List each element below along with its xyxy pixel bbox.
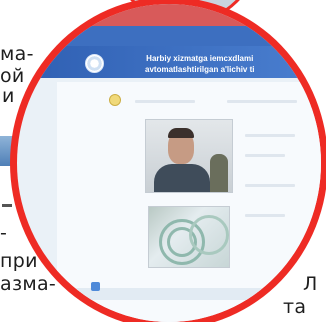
site-header: Harbiy xizmatga iemcxdlami avtomatlashti…	[17, 46, 321, 78]
person-photo	[145, 119, 233, 193]
site-nav-bar[interactable]	[17, 26, 321, 46]
fingerprint-ridge	[189, 215, 229, 255]
faint-text-line	[245, 154, 285, 157]
side-thumbnail-icon	[0, 136, 16, 166]
side-dash-icon	[2, 204, 12, 207]
page-title-line-2: avtomatlashtirilgan a'lichiv ti	[145, 65, 255, 74]
background-person	[210, 154, 228, 192]
faint-text-line	[227, 100, 297, 103]
person-body	[154, 164, 210, 192]
logo-emblem-icon	[85, 54, 104, 73]
site-top-banner	[17, 4, 321, 26]
faint-text-line	[245, 214, 285, 217]
magnifier-lens: Harbiy xizmatga iemcxdlami avtomatlashti…	[17, 4, 321, 322]
person-hair	[168, 128, 194, 138]
status-dot-icon	[109, 94, 121, 106]
fingerprint-image	[148, 206, 230, 268]
article-text-fragment: и	[2, 85, 15, 107]
page-title: Harbiy xizmatga iemcxdlami avtomatlashti…	[145, 53, 255, 75]
bottom-app-icon[interactable]	[91, 282, 100, 291]
article-text-fragment: -	[0, 222, 8, 244]
article-text-fragment: при	[0, 250, 38, 272]
faint-text-line	[135, 100, 195, 103]
site-footer-bar	[17, 288, 321, 300]
faint-text-line	[245, 134, 295, 137]
faint-text-line	[245, 184, 295, 187]
page-title-line-1: Harbiy xizmatga iemcxdlami	[146, 54, 254, 63]
